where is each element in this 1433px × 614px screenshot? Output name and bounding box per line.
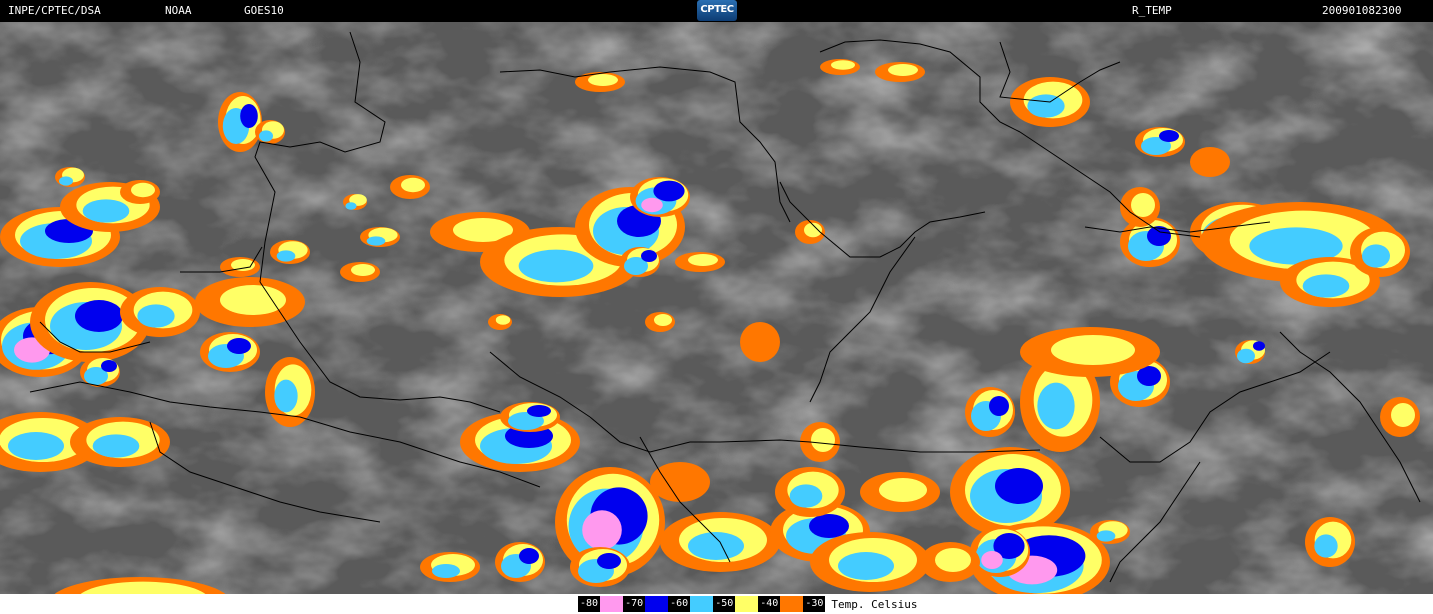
cloud-cell-layer (276, 250, 296, 262)
cloud-cell-layer (519, 548, 539, 564)
cloud-cell-layer (650, 462, 710, 502)
cloud-cell-layer (401, 177, 425, 193)
legend-swatch (600, 596, 624, 612)
satellite-image (0, 22, 1433, 614)
legend-item: -30 (803, 594, 826, 614)
datetime-label: 200901082300 (1322, 4, 1402, 17)
map-svg (0, 22, 1433, 614)
header-bar: INPE/CPTEC/DSA NOAA GOES10 CPTEC R_TEMP … (0, 0, 1433, 22)
legend-label: -50 (713, 596, 736, 612)
cloud-cell-layer (1131, 193, 1155, 217)
cloud-cell-layer (989, 396, 1009, 416)
cloud-cell-layer (527, 405, 551, 417)
cloud-cell-layer (1391, 403, 1415, 427)
cloud-cell-layer (1314, 534, 1338, 558)
cloud-cell-layer (240, 104, 258, 128)
cloud-cell-layer (259, 130, 273, 142)
legend-item: -40 (758, 594, 804, 614)
cloud-cell-layer (811, 428, 835, 452)
legend-label: -60 (668, 596, 691, 612)
legend-label: -40 (758, 596, 781, 612)
source-label: INPE/CPTEC/DSA (8, 4, 101, 17)
cloud-cell-layer (8, 432, 64, 460)
cloud-cell-layer (366, 236, 386, 246)
temperature-legend: -80 -70 -60 -50 -40 -30 Temp. Celsius (578, 594, 917, 614)
cloud-cell-layer (888, 64, 918, 76)
product-label: R_TEMP (1132, 4, 1172, 17)
cloud-cell-layer (101, 360, 117, 372)
cloud-cell-layer (131, 182, 155, 198)
cloud-cell-layer (838, 552, 894, 580)
satellite-label: GOES10 (244, 4, 284, 17)
legend-item: -50 (713, 594, 759, 614)
cloud-cell-layer (789, 484, 823, 508)
legend-swatch (690, 596, 714, 612)
cloud-cell-layer (274, 379, 298, 413)
cloud-cell-layer (1159, 130, 1179, 142)
legend-label: -70 (623, 596, 646, 612)
logo-text: CPTEC (700, 4, 734, 15)
cloud-cell-layer (227, 338, 251, 354)
cloud-cell-layer (688, 254, 718, 266)
cloud-cell-layer (1253, 341, 1265, 351)
cloud-cell-layer (518, 249, 594, 283)
cloud-cell-layer (641, 197, 663, 213)
cloud-cell-layer (688, 532, 744, 560)
cloud-cell-layer (137, 304, 175, 328)
legend-item: -70 (623, 594, 669, 614)
cloud-cell-layer (220, 285, 286, 315)
cloud-cell-layer (935, 548, 971, 572)
cloud-cell-layer (1362, 244, 1390, 268)
cloud-cell-layer (831, 60, 855, 70)
cloud-cell-layer (1190, 147, 1230, 177)
cloud-cell-layer (351, 264, 375, 276)
cloud-cell-layer (740, 322, 780, 362)
cloud-cell-layer (495, 315, 511, 325)
legend-unit: Temp. Celsius (831, 597, 918, 611)
cloud-cell-layer (879, 478, 927, 502)
cloud-cell-layer (1051, 335, 1135, 365)
cloud-cell-layer (75, 300, 123, 332)
cloud-cell-layer (59, 176, 73, 186)
cloud-cell-layer (82, 199, 130, 223)
cloud-cell-layer (345, 202, 357, 210)
legend-label: -80 (578, 596, 601, 612)
legend-swatch (780, 596, 804, 612)
cloud-cell-layer (588, 74, 618, 86)
cloud-cell-layer (1237, 348, 1255, 364)
cloud-cell-layer (653, 180, 685, 202)
legend-swatch (735, 596, 759, 612)
cloud-cell-layer (1096, 530, 1116, 542)
cloud-cell-layer (1027, 94, 1065, 118)
cloud-cell-layer (641, 250, 657, 262)
legend-swatch (645, 596, 669, 612)
cloud-cell-layer (597, 553, 621, 569)
legend-label: -30 (803, 596, 826, 612)
cloud-cell-layer (1302, 274, 1350, 298)
cloud-cell-layer (654, 314, 672, 326)
cptec-logo: CPTEC (697, 0, 737, 21)
legend-item: -60 (668, 594, 714, 614)
agency-label: NOAA (165, 4, 192, 17)
cloud-cell-layer (1037, 382, 1075, 430)
cloud-cell-layer (92, 434, 140, 458)
cloud-cell-layer (809, 514, 849, 538)
cloud-cell-layer (432, 564, 460, 578)
cloud-cell-layer (582, 510, 622, 550)
legend-item: -80 (578, 594, 624, 614)
cloud-cell-layer (981, 551, 1003, 569)
cloud-cell-layer (995, 468, 1043, 504)
